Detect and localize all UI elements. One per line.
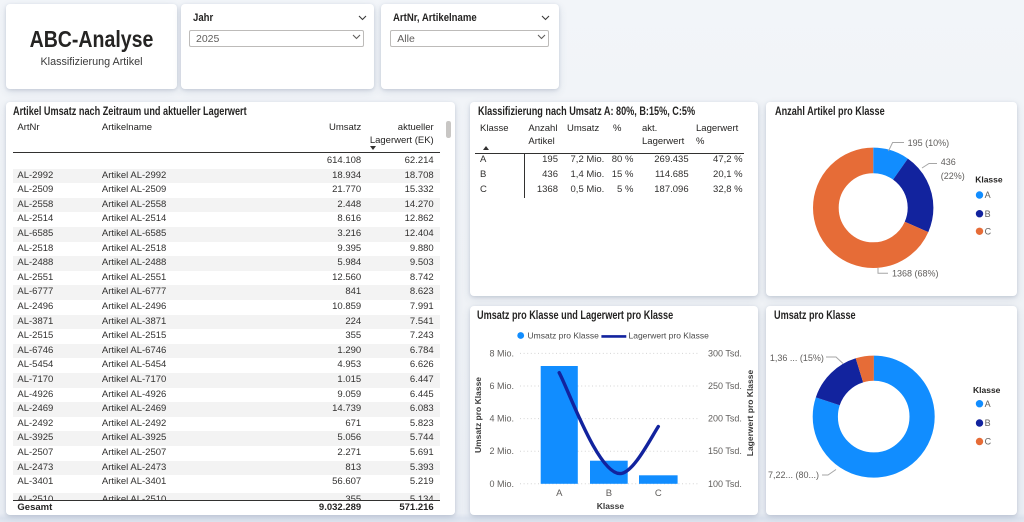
svg-text:300 Tsd.: 300 Tsd. (708, 348, 742, 358)
svg-text:Lagerwert pro Klasse: Lagerwert pro Klasse (745, 370, 755, 457)
svg-text:7,22... (80...): 7,22... (80...) (768, 470, 819, 480)
svg-text:250 Tsd.: 250 Tsd. (708, 381, 742, 391)
svg-text:100 Tsd.: 100 Tsd. (708, 479, 742, 489)
svg-text:8 Mio.: 8 Mio. (489, 348, 514, 358)
svg-text:436: 436 (941, 157, 956, 167)
svg-text:B: B (985, 418, 991, 428)
svg-text:C: C (985, 227, 992, 237)
svg-text:Klasse: Klasse (973, 385, 1001, 395)
svg-text:A: A (985, 399, 991, 409)
svg-text:200 Tsd.: 200 Tsd. (708, 414, 742, 424)
svg-text:B: B (606, 488, 612, 499)
svg-text:(22%): (22%) (941, 171, 965, 181)
svg-text:6 Mio.: 6 Mio. (489, 381, 514, 391)
svg-text:C: C (985, 437, 992, 447)
svg-text:4 Mio.: 4 Mio. (489, 414, 514, 424)
svg-text:195 (10%): 195 (10%) (908, 138, 950, 148)
svg-text:0 Mio.: 0 Mio. (489, 479, 514, 489)
svg-text:C: C (655, 488, 662, 499)
svg-text:B: B (985, 209, 991, 219)
svg-text:2 Mio.: 2 Mio. (489, 446, 514, 456)
svg-text:1368 (68%): 1368 (68%) (892, 269, 939, 279)
svg-text:Klasse: Klasse (975, 175, 1003, 185)
svg-text:Klasse: Klasse (597, 501, 625, 511)
svg-text:Umsatz pro Klasse: Umsatz pro Klasse (528, 331, 600, 341)
svg-text:1,36 ... (15%): 1,36 ... (15%) (770, 353, 824, 363)
svg-text:A: A (985, 190, 991, 200)
svg-text:A: A (556, 488, 563, 499)
svg-text:Umsatz pro Klasse: Umsatz pro Klasse (473, 377, 483, 453)
svg-text:150 Tsd.: 150 Tsd. (708, 446, 742, 456)
svg-text:Lagerwert pro Klasse: Lagerwert pro Klasse (629, 331, 710, 341)
